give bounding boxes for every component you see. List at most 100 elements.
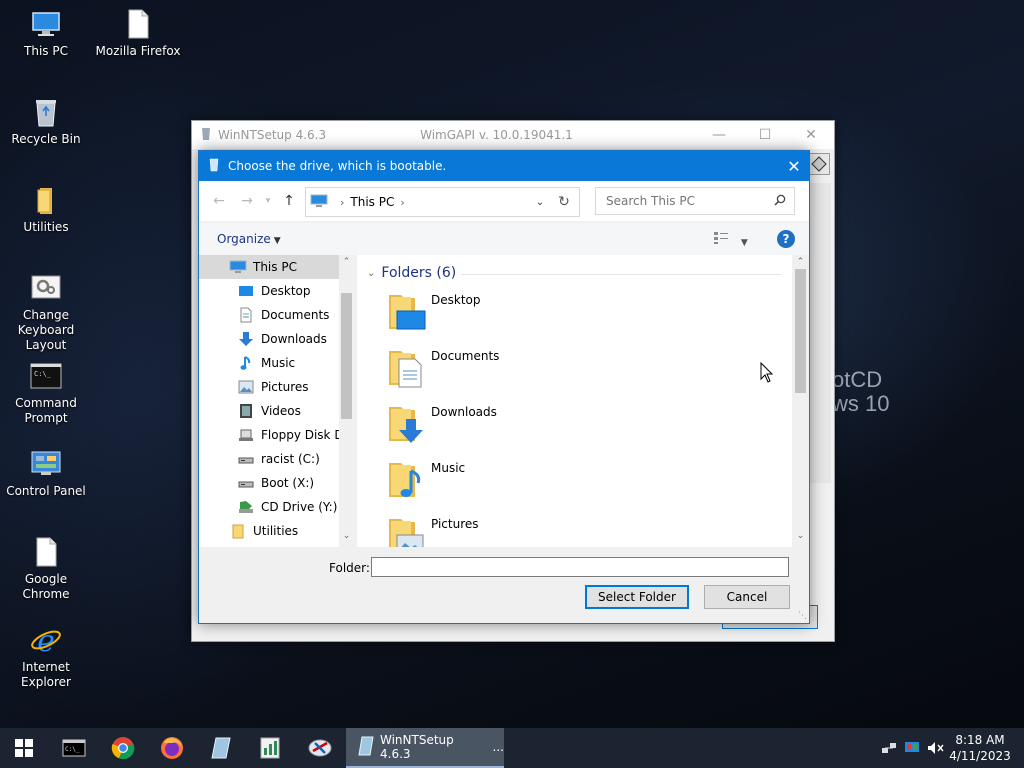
nav-item-drive-c[interactable]: racist (C:) (199, 447, 354, 471)
search-input[interactable] (604, 193, 768, 209)
content-scroll-thumb[interactable] (795, 269, 806, 393)
back-arrow-icon[interactable]: ← (205, 193, 233, 209)
svg-text:e: e (37, 624, 55, 656)
breadcrumb-separator-icon[interactable]: › (400, 196, 404, 209)
scroll-down-arrow-icon[interactable]: ⌄ (792, 531, 809, 541)
folder-icon (229, 523, 247, 539)
search-icon[interactable] (774, 194, 786, 209)
desktop-icon-internet-explorer[interactable]: e Internet Explorer (0, 624, 92, 690)
folder-item-pictures[interactable]: Pictures (385, 515, 765, 547)
folder-item-desktop[interactable]: Desktop (385, 291, 765, 343)
cd-drive-icon (237, 499, 255, 515)
downloads-folder-icon (385, 403, 427, 445)
taskbar-winntsetup-pin[interactable] (197, 728, 245, 768)
select-folder-button[interactable]: Select Folder (585, 585, 689, 609)
help-icon[interactable]: ? (777, 230, 795, 248)
taskbar-tool[interactable] (296, 728, 344, 768)
winntsetup-drive-icon[interactable] (808, 153, 830, 175)
nav-item-documents[interactable]: Documents (199, 303, 354, 327)
nav-item-desktop[interactable]: Desktop (199, 279, 354, 303)
details-view-icon (714, 232, 728, 244)
breadcrumb-separator-icon: › (340, 195, 345, 209)
search-box[interactable] (595, 187, 795, 215)
folder-name: Documents (431, 349, 500, 363)
chart-document-icon (260, 737, 280, 759)
mouse-cursor-icon (760, 361, 774, 387)
address-bar[interactable]: › This PC › ⌄ (305, 187, 551, 217)
nav-item-label: Videos (261, 404, 301, 418)
scroll-down-arrow-icon[interactable]: ⌄ (339, 531, 354, 541)
desktop-icon-recycle-bin[interactable]: Recycle Bin (0, 96, 92, 147)
breadcrumb-this-pc[interactable]: This PC (350, 195, 394, 209)
desktop-icon-this-pc[interactable]: This PC (0, 8, 92, 59)
minimize-button[interactable]: — (696, 127, 742, 143)
winntsetup-titlebar[interactable]: WinNTSetup 4.6.3 WimGAPI v. 10.0.19041.1… (192, 121, 834, 149)
cancel-button[interactable]: Cancel (704, 585, 790, 609)
folder-item-downloads[interactable]: Downloads (385, 403, 765, 455)
desktop-icon-utilities[interactable]: Utilities (0, 184, 92, 235)
nav-item-pictures[interactable]: Pictures (199, 375, 354, 399)
winntsetup-app-icon (200, 127, 212, 144)
dialog-close-button[interactable]: ✕ (779, 157, 809, 176)
navigation-pane: This PC Desktop Documents Downloads Musi… (199, 255, 354, 547)
dialog-titlebar[interactable]: Choose the drive, which is bootable. ✕ (199, 151, 809, 181)
file-icon (30, 536, 62, 568)
nav-item-music[interactable]: Music (199, 351, 354, 375)
taskbar-active-winntsetup[interactable]: WinNTSetup 4.6.3 ... (346, 728, 504, 768)
folder-name-input[interactable] (371, 557, 789, 577)
downloads-icon (237, 331, 255, 347)
recent-chevron-icon[interactable]: ▾ (261, 196, 275, 206)
refresh-button[interactable]: ↻ (549, 187, 580, 217)
scroll-up-arrow-icon[interactable]: ⌃ (339, 257, 354, 267)
nav-pane-scroll-thumb[interactable] (341, 293, 352, 419)
taskbar-firefox[interactable] (148, 728, 196, 768)
windows-logo-icon (15, 739, 33, 757)
content-pane-scrollbar[interactable]: ⌃ ⌄ (792, 255, 809, 547)
desktop-icon-google-chrome[interactable]: Google Chrome (0, 536, 92, 602)
close-button[interactable]: ✕ (788, 127, 834, 143)
folder-item-music[interactable]: Music (385, 459, 765, 511)
desktop-icon-mozilla-firefox[interactable]: Mozilla Firefox (92, 8, 184, 59)
volume-muted-icon[interactable] (926, 728, 946, 768)
organize-label: Organize (217, 232, 271, 246)
terminal-icon: C:\_ (62, 739, 86, 757)
folders-group-header[interactable]: ⌄ Folders (6) (367, 265, 456, 281)
dialog-app-icon (208, 158, 220, 175)
forward-arrow-icon[interactable]: → (233, 193, 261, 209)
nav-item-this-pc[interactable]: This PC (199, 255, 354, 279)
folder-name: Downloads (431, 405, 497, 419)
choose-folder-dialog: Choose the drive, which is bootable. ✕ ←… (198, 150, 810, 624)
desktop-icon-command-prompt[interactable]: C:\_ Command Prompt (0, 360, 92, 426)
desktop-icon-control-panel[interactable]: Control Panel (0, 448, 92, 499)
nav-item-label: racist (C:) (261, 452, 320, 466)
nav-item-downloads[interactable]: Downloads (199, 327, 354, 351)
desktop-icon-change-keyboard-layout[interactable]: Change Keyboard Layout (0, 272, 92, 353)
maximize-button[interactable]: ☐ (742, 127, 788, 143)
resize-grip-icon[interactable]: ⋱ (798, 611, 807, 621)
pictures-icon (237, 379, 255, 395)
folder-name: Music (431, 461, 466, 475)
folder-item-documents[interactable]: Documents (385, 347, 765, 399)
scroll-up-arrow-icon[interactable]: ⌃ (792, 257, 809, 267)
view-options-button[interactable]: ▼ (713, 231, 748, 248)
terminal-icon: C:\_ (30, 360, 62, 392)
network-icon[interactable] (880, 728, 898, 768)
system-clock[interactable]: 8:18 AM 4/11/2023 (948, 732, 1012, 764)
display-icon[interactable] (902, 728, 922, 768)
organize-menu[interactable]: Organize ▼ (217, 232, 281, 246)
chevron-down-icon[interactable]: ⌄ (530, 197, 550, 208)
nav-item-cd-drive-y[interactable]: CD Drive (Y:) C (199, 495, 354, 519)
taskbar-command-prompt[interactable]: C:\_ (50, 728, 98, 768)
nav-item-floppy-disk-drive[interactable]: Floppy Disk Dri (199, 423, 354, 447)
nav-pane-scrollbar[interactable]: ⌃ ⌄ (339, 255, 354, 547)
taskbar-chrome[interactable] (99, 728, 147, 768)
watermark-line-2: ws 10 (832, 391, 890, 416)
start-button[interactable] (0, 728, 48, 768)
nav-item-videos[interactable]: Videos (199, 399, 354, 423)
taskbar-notes-app[interactable] (246, 728, 294, 768)
nav-item-utilities[interactable]: Utilities (199, 519, 354, 543)
desktop-icon (237, 283, 255, 299)
nav-item-drive-x[interactable]: Boot (X:) (199, 471, 354, 495)
up-arrow-icon[interactable]: ↑ (275, 193, 303, 209)
taskbar: C:\_ WinNTSetup 4.6.3 ... 8:18 AM 4/11/2… (0, 728, 1024, 768)
